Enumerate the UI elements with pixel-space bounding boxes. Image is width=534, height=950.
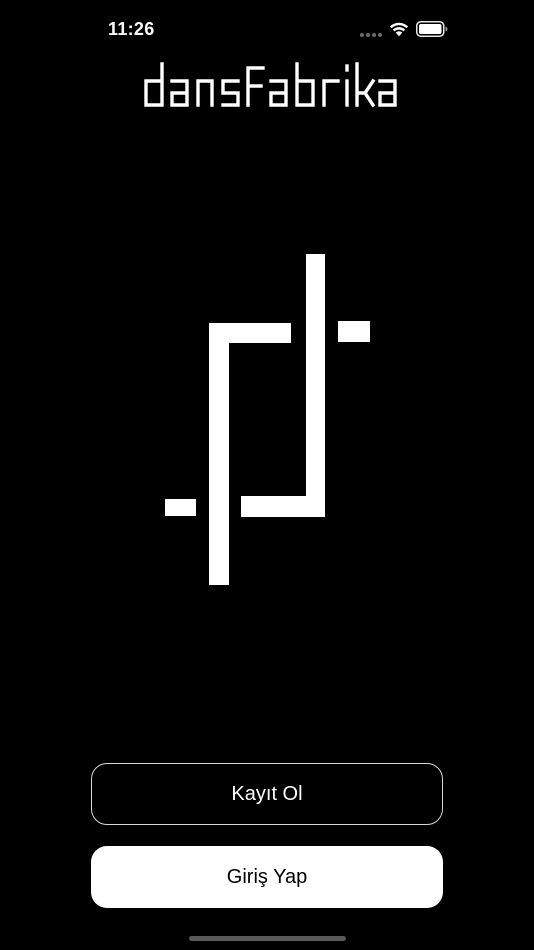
battery-icon <box>416 21 448 37</box>
register-button[interactable]: Kayıt Ol <box>91 763 443 825</box>
brand-wordmark <box>142 60 398 110</box>
status-time: 11:26 <box>108 19 155 39</box>
wifi-icon <box>388 20 410 37</box>
login-button[interactable]: Giriş Yap <box>91 846 443 908</box>
dansfabrika-logo-mark <box>165 254 370 585</box>
status-bar: 11:26 <box>0 0 534 60</box>
home-indicator[interactable] <box>189 936 346 941</box>
cellular-signal-icon <box>360 33 382 37</box>
